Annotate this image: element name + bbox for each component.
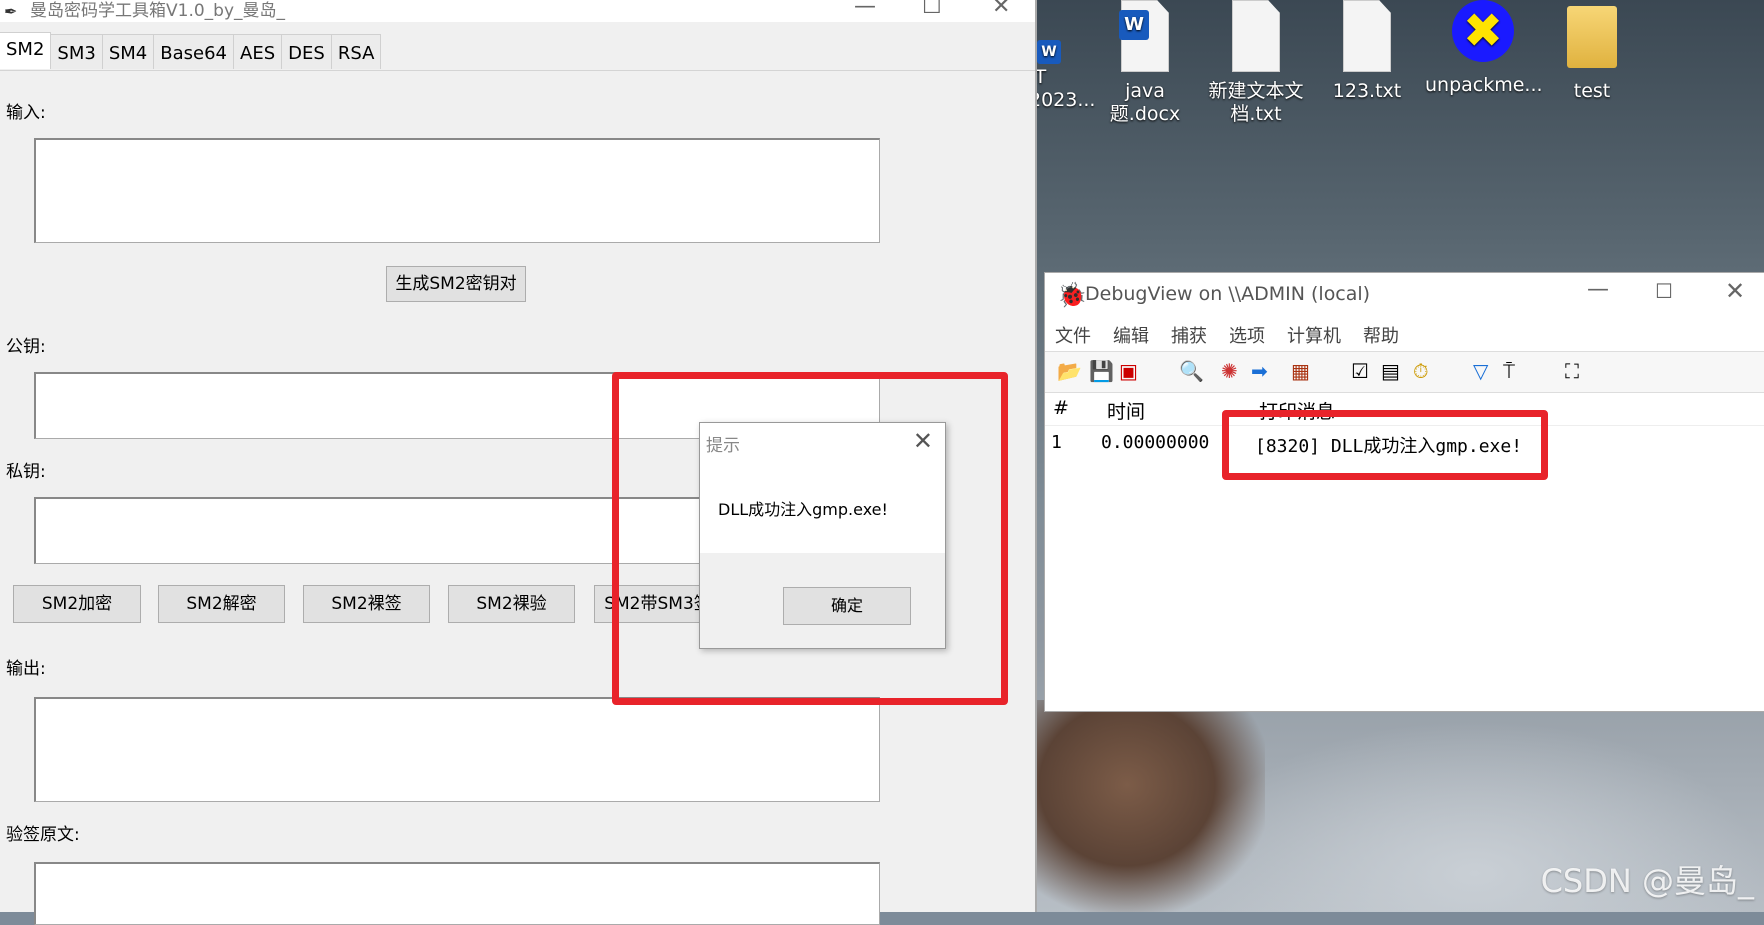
history-icon[interactable]: ▤ bbox=[1381, 359, 1400, 383]
sm2-decrypt-button[interactable]: SM2解密 bbox=[158, 585, 285, 623]
column-time[interactable]: 时间 bbox=[1107, 397, 1145, 424]
debugview-titlebar[interactable]: 🐞 DebugView on \\ADMIN (local) — ☐ ✕ bbox=[1045, 273, 1764, 319]
output-label: 输出: bbox=[6, 659, 46, 679]
minimize-icon[interactable]: — bbox=[854, 0, 876, 19]
debugview-title: DebugView on \\ADMIN (local) bbox=[1085, 283, 1371, 305]
menu-edit[interactable]: 编辑 bbox=[1113, 322, 1149, 348]
maximize-icon[interactable]: ☐ bbox=[922, 0, 942, 19]
highlight-box bbox=[1222, 410, 1548, 480]
open-icon[interactable]: 📂 bbox=[1057, 359, 1082, 383]
maximize-icon[interactable]: ☐ bbox=[1655, 279, 1673, 303]
verify-source-label: 验签原文: bbox=[6, 825, 80, 845]
close-icon[interactable]: ✕ bbox=[992, 0, 1010, 19]
autoscroll-icon[interactable]: ➡ bbox=[1251, 359, 1268, 383]
desktop-icon-label: test bbox=[1573, 80, 1611, 102]
tab-sm4[interactable]: SM4 bbox=[101, 34, 155, 69]
desktop-icon-test-folder[interactable]: test bbox=[1537, 0, 1647, 103]
sm2-encrypt-button[interactable]: SM2加密 bbox=[13, 585, 141, 623]
capture-icon[interactable]: ✺ bbox=[1221, 359, 1238, 383]
desktop-icon-label: 新建文本文 档.txt bbox=[1208, 80, 1304, 125]
highlight-icon[interactable]: ▽ bbox=[1473, 359, 1488, 383]
debugview-window: 🐞 DebugView on \\ADMIN (local) — ☐ ✕ 文件 … bbox=[1044, 272, 1764, 712]
sm2-sign-button[interactable]: SM2裸签 bbox=[303, 585, 430, 623]
generate-keypair-button[interactable]: 生成SM2密钥对 bbox=[386, 266, 526, 302]
csdn-watermark: CSDN @曼岛_ bbox=[1540, 862, 1754, 900]
tab-base64[interactable]: Base64 bbox=[153, 34, 235, 69]
input-label: 输入: bbox=[6, 103, 46, 123]
app-title: 曼岛密码学工具箱V1.0_by_曼岛_ bbox=[30, 0, 286, 21]
tab-des[interactable]: DES bbox=[281, 34, 332, 69]
desktop-icon-new-txt[interactable]: 新建文本文 档.txt bbox=[1201, 0, 1311, 126]
menu-capture[interactable]: 捕获 bbox=[1171, 322, 1207, 348]
menu-computer[interactable]: 计算机 bbox=[1287, 322, 1341, 348]
clock-icon[interactable]: ⏱ bbox=[1413, 359, 1429, 383]
minimize-icon[interactable]: — bbox=[1587, 277, 1609, 302]
tab-rsa[interactable]: RSA bbox=[330, 34, 382, 69]
tab-sm3[interactable]: SM3 bbox=[50, 34, 103, 69]
bug-icon: 🐞 bbox=[1057, 281, 1087, 309]
close-icon[interactable]: ✕ bbox=[1725, 277, 1745, 305]
app-icon bbox=[1452, 0, 1514, 68]
word-icon: W bbox=[1037, 40, 1063, 66]
desktop-icon-unpackme[interactable]: unpackme... bbox=[1425, 0, 1543, 97]
text-file-icon bbox=[1339, 0, 1395, 74]
column-number[interactable]: # bbox=[1053, 397, 1069, 419]
properties-icon[interactable]: ☑ bbox=[1351, 359, 1369, 383]
desktop-icon-label: 123.txt bbox=[1332, 80, 1402, 102]
row-number: 1 bbox=[1051, 432, 1062, 453]
desktop-icon-123-txt[interactable]: 123.txt bbox=[1312, 0, 1422, 103]
tab-aes[interactable]: AES bbox=[233, 34, 283, 69]
verify-source-textbox[interactable] bbox=[34, 862, 880, 925]
menu-options[interactable]: 选项 bbox=[1229, 322, 1265, 348]
privkey-label: 私钥: bbox=[6, 462, 46, 482]
output-textbox[interactable] bbox=[34, 697, 880, 802]
sm2-verify-button[interactable]: SM2裸验 bbox=[448, 585, 575, 623]
find-icon[interactable]: 🔍 bbox=[1179, 359, 1204, 383]
text-file-icon bbox=[1228, 0, 1284, 74]
algorithm-tabs: SM2 SM3 SM4 Base64 AES DES RSA bbox=[0, 32, 1035, 71]
highlight-box bbox=[612, 372, 1008, 705]
clear-icon[interactable]: ▣ bbox=[1119, 359, 1138, 383]
debugview-menubar: 文件 编辑 捕获 选项 计算机 帮助 bbox=[1045, 319, 1764, 351]
input-textbox[interactable] bbox=[34, 138, 880, 243]
filter-icon[interactable]: ▦ bbox=[1291, 359, 1310, 383]
binoculars-icon[interactable]: ⛶ bbox=[1565, 359, 1579, 383]
pubkey-label: 公钥: bbox=[6, 337, 46, 357]
row-time: 0.00000000 bbox=[1101, 432, 1210, 453]
folder-icon bbox=[1564, 6, 1620, 74]
desktop-icon-label: java 题.docx bbox=[1109, 80, 1181, 125]
tab-sm2[interactable]: SM2 bbox=[0, 32, 52, 69]
pin-icon[interactable]: ⍑ bbox=[1503, 359, 1515, 383]
menu-help[interactable]: 帮助 bbox=[1363, 322, 1399, 348]
debugview-toolbar: 📂 💾 ▣ 🔍 ✺ ➡ ▦ ☑ ▤ ⏱ ▽ ⍑ ⛶ bbox=[1045, 351, 1764, 393]
word-icon: W bbox=[1117, 0, 1173, 74]
app-titlebar[interactable]: ✒ 曼岛密码学工具箱V1.0_by_曼岛_ — ☐ ✕ bbox=[0, 0, 1035, 22]
desktop-icon-java-docx[interactable]: W java 题.docx bbox=[1090, 0, 1200, 126]
save-icon[interactable]: 💾 bbox=[1089, 359, 1114, 383]
menu-file[interactable]: 文件 bbox=[1055, 322, 1091, 348]
desktop-icon-label: unpackme... bbox=[1425, 74, 1543, 96]
feather-icon: ✒ bbox=[4, 1, 18, 21]
